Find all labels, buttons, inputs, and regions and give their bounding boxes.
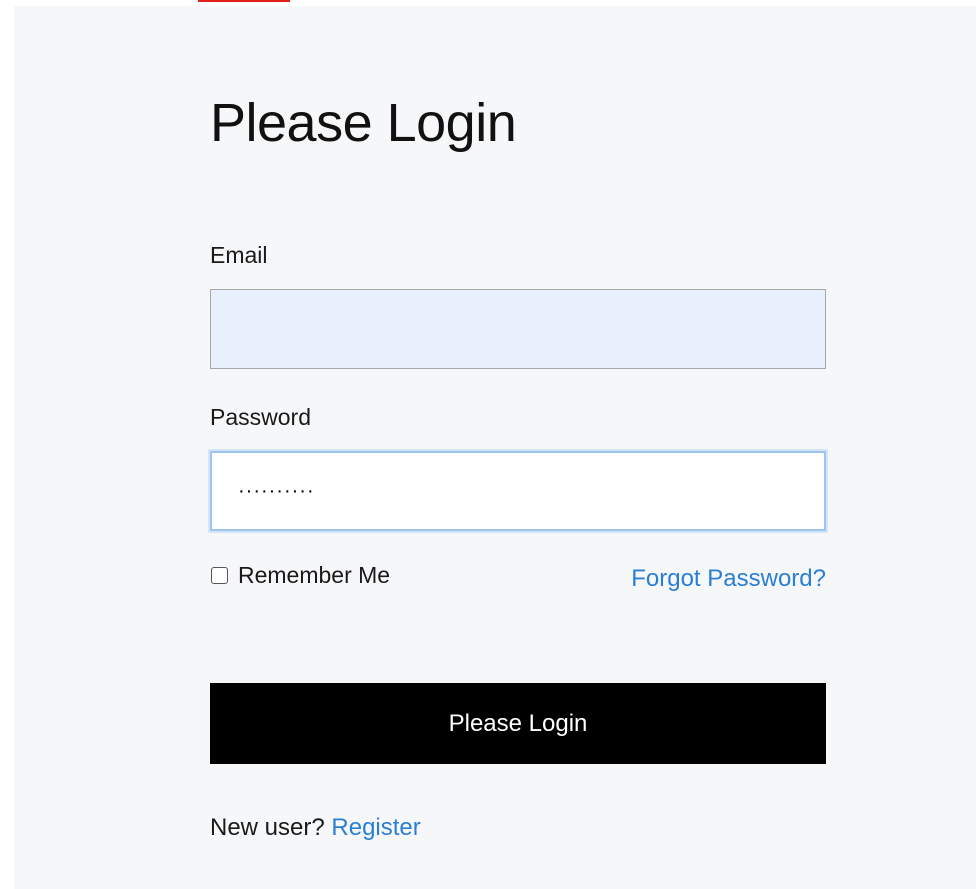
- annotation-underline: [198, 0, 290, 2]
- register-row: New user? Register: [210, 814, 421, 842]
- forgot-password-link[interactable]: Forgot Password?: [631, 565, 826, 593]
- remember-me[interactable]: Remember Me: [210, 562, 390, 589]
- login-button[interactable]: Please Login: [210, 683, 826, 764]
- login-options: Remember Me Forgot Password?: [210, 562, 826, 598]
- page-title: Please Login: [210, 93, 517, 153]
- register-prompt: New user?: [210, 814, 325, 841]
- email-field[interactable]: [210, 289, 826, 369]
- remember-me-label: Remember Me: [238, 562, 391, 588]
- password-label: Password: [210, 404, 311, 430]
- login-page: Please Login Email Password Remember Me …: [14, 6, 976, 889]
- register-link[interactable]: Register: [331, 814, 420, 841]
- remember-me-checkbox[interactable]: [211, 567, 228, 584]
- email-label: Email: [210, 242, 268, 268]
- password-field[interactable]: [210, 451, 826, 531]
